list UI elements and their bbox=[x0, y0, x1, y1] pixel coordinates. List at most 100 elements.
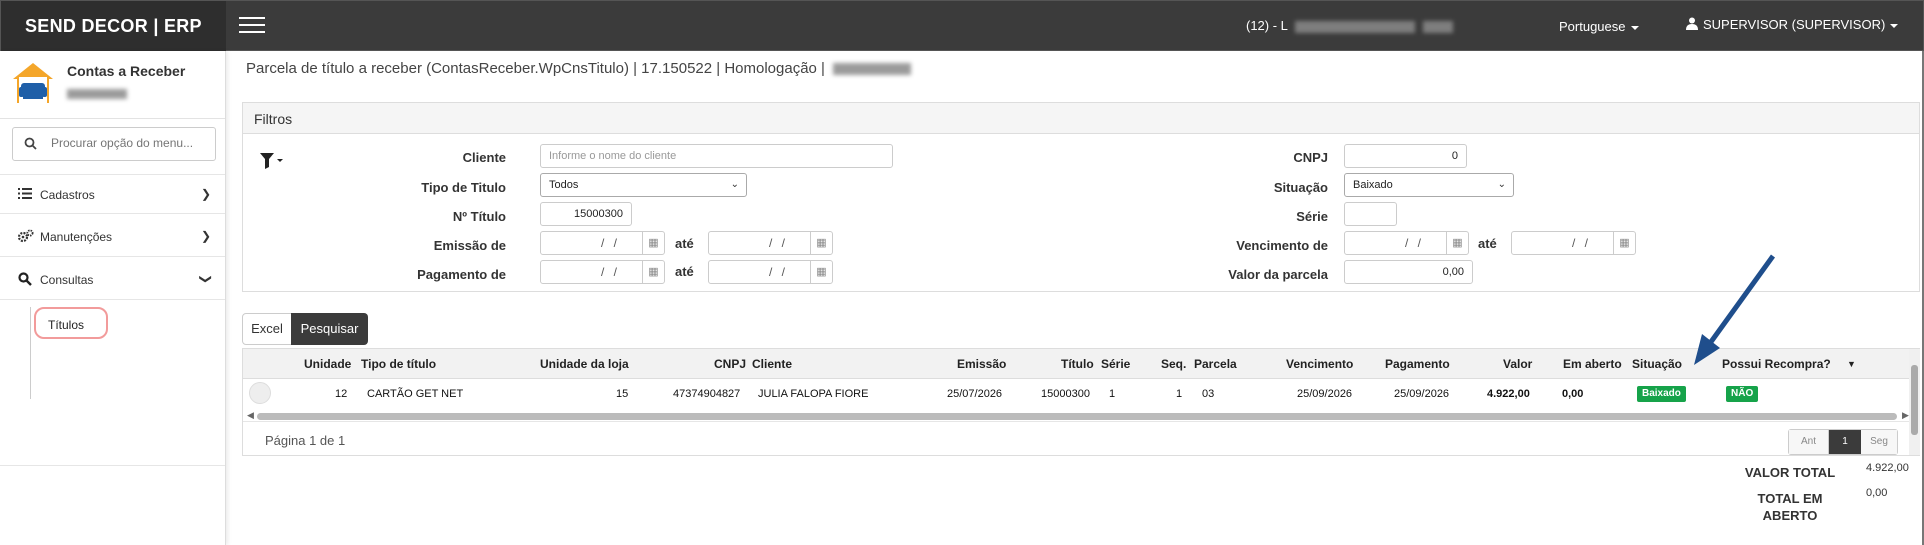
sidebar-item-cadastros[interactable]: Cadastros ❯ bbox=[0, 174, 225, 214]
column-header[interactable]: Série bbox=[1101, 357, 1130, 371]
vertical-scrollbar[interactable] bbox=[1909, 349, 1920, 455]
date-value: / / bbox=[1572, 236, 1592, 250]
cell-cnpj: 47374904827 bbox=[673, 388, 741, 400]
user-icon bbox=[1686, 17, 1698, 30]
chevron-down-icon: ❯ bbox=[198, 273, 213, 285]
pager-next-button[interactable]: Seg bbox=[1861, 430, 1897, 454]
caret-down-icon bbox=[1630, 25, 1639, 30]
date-value: / / bbox=[1405, 236, 1425, 250]
column-header[interactable]: Título bbox=[1061, 357, 1094, 371]
sidebar-item-label: Consultas bbox=[40, 273, 94, 287]
cell-unidade-loja: 15 bbox=[616, 388, 629, 400]
column-header[interactable]: Parcela bbox=[1194, 357, 1237, 371]
calendar-icon[interactable]: ▦ bbox=[642, 261, 664, 283]
vencimento-label: Vencimento de bbox=[1236, 238, 1328, 253]
calendar-icon[interactable]: ▦ bbox=[810, 261, 832, 283]
horizontal-scrollbar[interactable] bbox=[257, 413, 1897, 420]
language-dropdown[interactable]: Portuguese bbox=[1559, 19, 1639, 34]
house-sofa-icon bbox=[13, 63, 53, 103]
cell-em-aberto: 0,00 bbox=[1562, 388, 1584, 400]
excel-button[interactable]: Excel bbox=[242, 313, 292, 345]
cell-emissao: 25/07/2026 bbox=[947, 388, 1003, 400]
user-label: SUPERVISOR (SUPERVISOR) bbox=[1703, 17, 1886, 32]
column-header[interactable]: Pagamento bbox=[1385, 357, 1450, 371]
numero-titulo-input[interactable]: 15000300 bbox=[540, 202, 632, 226]
cnpj-input[interactable]: 0 bbox=[1344, 144, 1467, 168]
status-badge: Baixado bbox=[1637, 386, 1686, 402]
scroll-right-icon[interactable]: ▶ bbox=[1902, 410, 1909, 421]
page-title-text: Parcela de título a receber (ContasReceb… bbox=[246, 60, 825, 77]
calendar-icon[interactable]: ▦ bbox=[1446, 232, 1468, 254]
total-em-aberto-label: TOTAL EM ABERTO bbox=[1757, 491, 1823, 523]
pesquisar-button[interactable]: Pesquisar bbox=[291, 313, 368, 345]
vencimento-to-date[interactable]: / / ▦ bbox=[1511, 231, 1636, 255]
serie-input[interactable] bbox=[1344, 202, 1397, 226]
pagamento-from-date[interactable]: / / ▦ bbox=[540, 260, 665, 284]
column-menu-caret-icon[interactable]: ▼ bbox=[1847, 359, 1856, 369]
tipo-titulo-value: Todos bbox=[549, 179, 579, 191]
company-label: (12) - L bbox=[1246, 18, 1288, 33]
date-value: / / bbox=[601, 236, 621, 250]
pager-current-page[interactable]: 1 bbox=[1829, 430, 1861, 454]
column-header[interactable]: Seq. bbox=[1161, 357, 1186, 371]
filters-header: Filtros bbox=[243, 103, 1919, 134]
pagination-text: Página 1 de 1 bbox=[265, 433, 346, 448]
caret-down-icon bbox=[1890, 23, 1899, 28]
column-header[interactable]: Tipo de título bbox=[361, 357, 436, 371]
redacted-company-name bbox=[1295, 20, 1416, 33]
column-header[interactable]: Vencimento bbox=[1286, 357, 1353, 371]
pager-prev-button[interactable]: Ant bbox=[1789, 430, 1829, 454]
column-header[interactable]: Situação bbox=[1632, 357, 1682, 371]
column-header[interactable]: Cliente bbox=[752, 357, 792, 371]
emissao-label: Emissão de bbox=[433, 238, 506, 253]
redacted-company-suffix bbox=[1422, 20, 1453, 33]
sidebar-item-label: Cadastros bbox=[40, 188, 95, 202]
pagamento-to-date[interactable]: / / ▦ bbox=[708, 260, 833, 284]
column-header[interactable]: Valor bbox=[1503, 357, 1532, 371]
annotation-arrow-icon bbox=[1694, 254, 1776, 365]
calendar-icon[interactable]: ▦ bbox=[1613, 232, 1635, 254]
situacao-select[interactable]: Baixado ⌄ bbox=[1344, 173, 1514, 197]
column-header[interactable]: Em aberto bbox=[1563, 357, 1622, 371]
module-header: Contas a Receber bbox=[0, 51, 225, 119]
date-value: / / bbox=[601, 265, 621, 279]
menu-search[interactable] bbox=[12, 127, 216, 161]
cell-valor: 4.922,00 bbox=[1487, 388, 1530, 400]
emissao-to-date[interactable]: / / ▦ bbox=[708, 231, 833, 255]
calendar-icon[interactable]: ▦ bbox=[810, 232, 832, 254]
filters-panel: Filtros Cliente Informe o nome do client… bbox=[242, 102, 1920, 292]
serie-label: Série bbox=[1296, 209, 1328, 224]
tipo-titulo-select[interactable]: Todos ⌄ bbox=[540, 173, 747, 197]
scrollbar-thumb[interactable] bbox=[1911, 365, 1918, 435]
column-header[interactable]: Emissão bbox=[957, 357, 1006, 371]
numero-titulo-label: Nº Título bbox=[452, 209, 506, 224]
vencimento-from-date[interactable]: / / ▦ bbox=[1344, 231, 1469, 255]
sidebar-item-consultas[interactable]: Consultas ❯ bbox=[0, 260, 225, 300]
tipo-titulo-label: Tipo de Titulo bbox=[421, 180, 506, 195]
pagination: Ant 1 Seg bbox=[1788, 429, 1898, 455]
column-header[interactable]: Unidade da loja bbox=[540, 357, 629, 371]
top-bar: SEND DECOR | ERP (12) - L Portuguese SUP… bbox=[0, 0, 1924, 52]
cliente-input[interactable]: Informe o nome do cliente bbox=[540, 144, 893, 168]
date-value: / / bbox=[769, 236, 789, 250]
valor-parcela-label: Valor da parcela bbox=[1228, 267, 1328, 282]
user-menu[interactable]: SUPERVISOR (SUPERVISOR) bbox=[1686, 17, 1899, 32]
cell-tipo: CARTÃO GET NET bbox=[367, 388, 464, 400]
results-grid: Unidade Tipo de título Unidade da loja C… bbox=[242, 348, 1920, 456]
calendar-icon[interactable]: ▦ bbox=[642, 232, 664, 254]
emissao-from-date[interactable]: / / ▦ bbox=[540, 231, 665, 255]
valor-parcela-input[interactable]: 0,00 bbox=[1344, 260, 1473, 284]
chevron-down-icon: ⌄ bbox=[1497, 179, 1506, 190]
sidebar-subitem-titulos[interactable]: Títulos bbox=[34, 307, 108, 339]
company-selector[interactable]: (12) - L bbox=[1246, 18, 1453, 33]
brand-logo: SEND DECOR | ERP bbox=[1, 1, 226, 52]
row-view-icon[interactable] bbox=[249, 382, 271, 404]
menu-search-input[interactable] bbox=[51, 136, 211, 150]
column-header[interactable]: Unidade bbox=[304, 357, 351, 371]
cnpj-label: CNPJ bbox=[1293, 150, 1328, 165]
column-header[interactable]: CNPJ bbox=[714, 357, 746, 371]
sidebar-item-manutencoes[interactable]: Manutenções ❯ bbox=[0, 217, 225, 257]
hamburger-menu-icon[interactable] bbox=[239, 17, 265, 35]
date-value: / / bbox=[769, 265, 789, 279]
scroll-left-icon[interactable]: ◀ bbox=[247, 410, 254, 421]
